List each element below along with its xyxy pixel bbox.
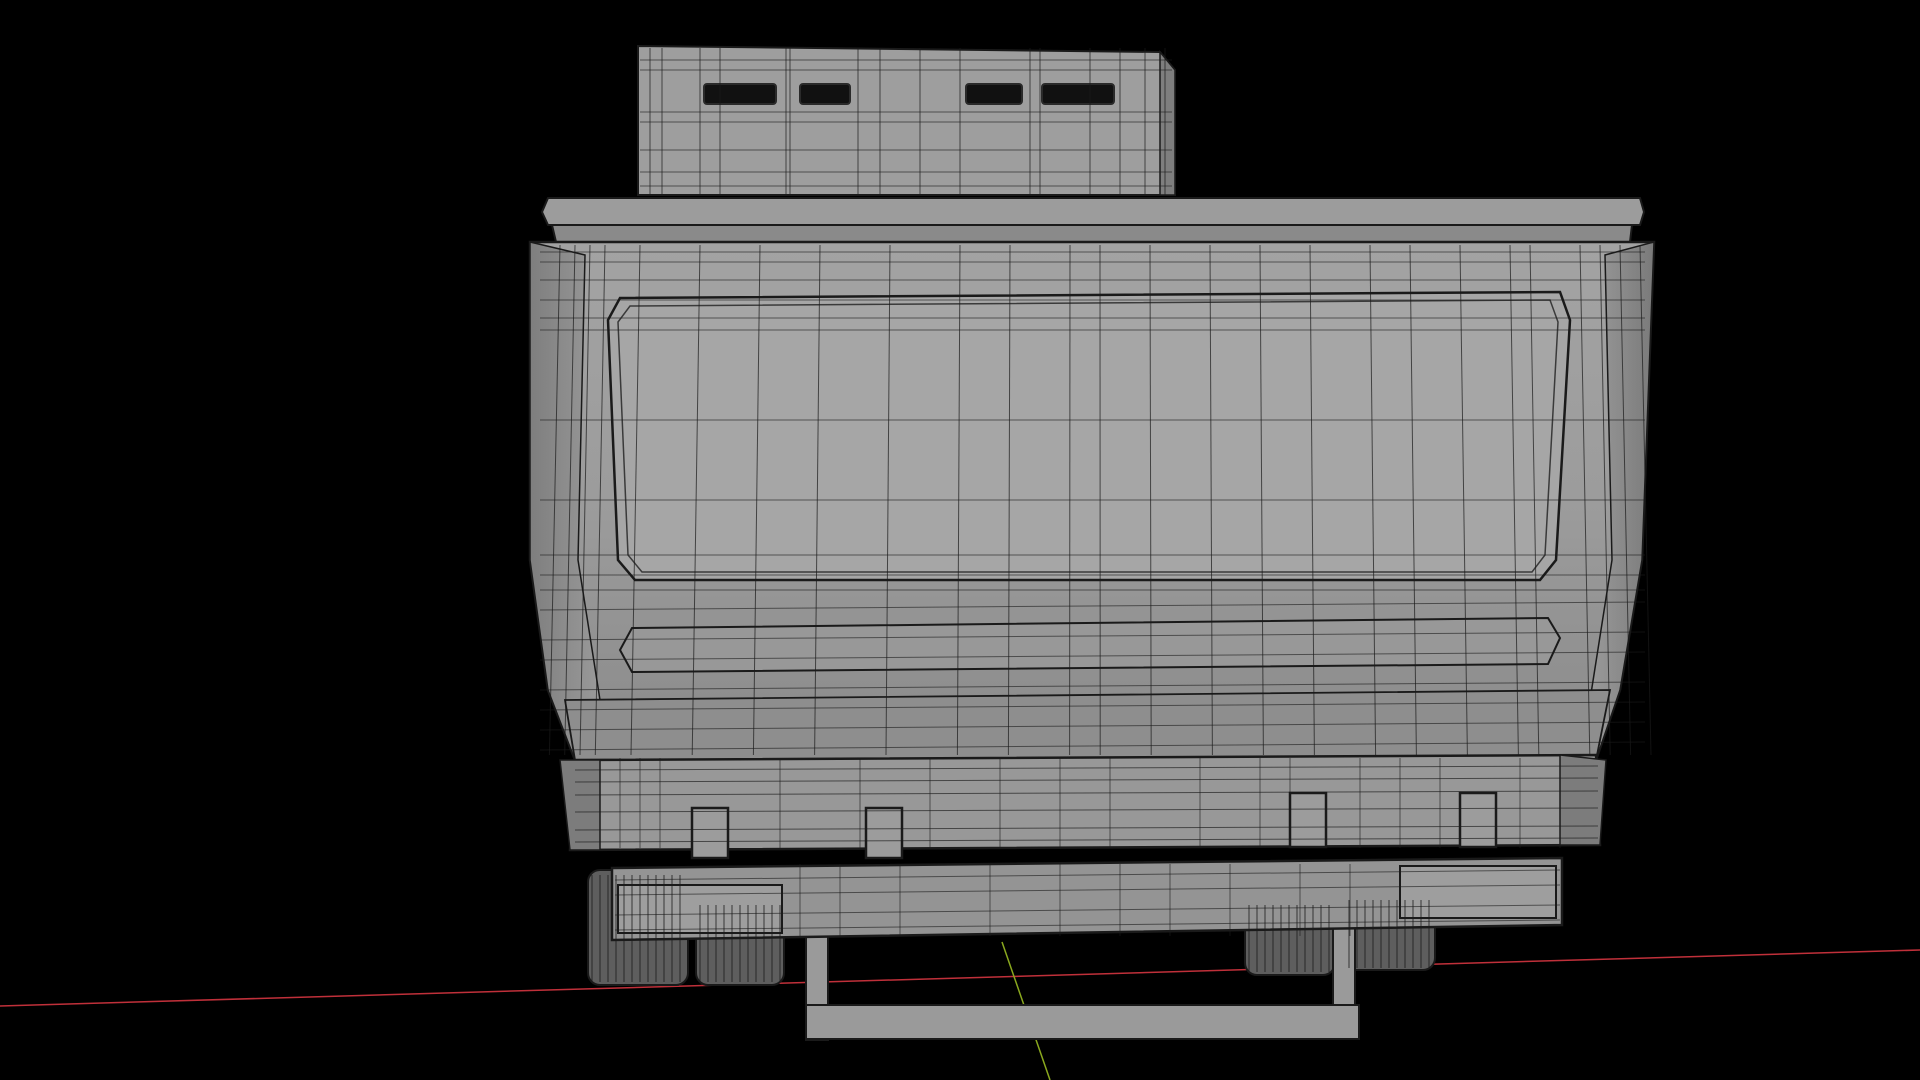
truck-mesh-wireframe[interactable] (528, 44, 1656, 1041)
viewport-scene[interactable] (0, 0, 1920, 1080)
3d-viewport[interactable] (0, 0, 1920, 1080)
deck-plate (540, 197, 1646, 243)
x-axis-line (0, 949, 1920, 1007)
cab-roof (637, 44, 1176, 196)
lower-step-bar (610, 856, 1564, 942)
